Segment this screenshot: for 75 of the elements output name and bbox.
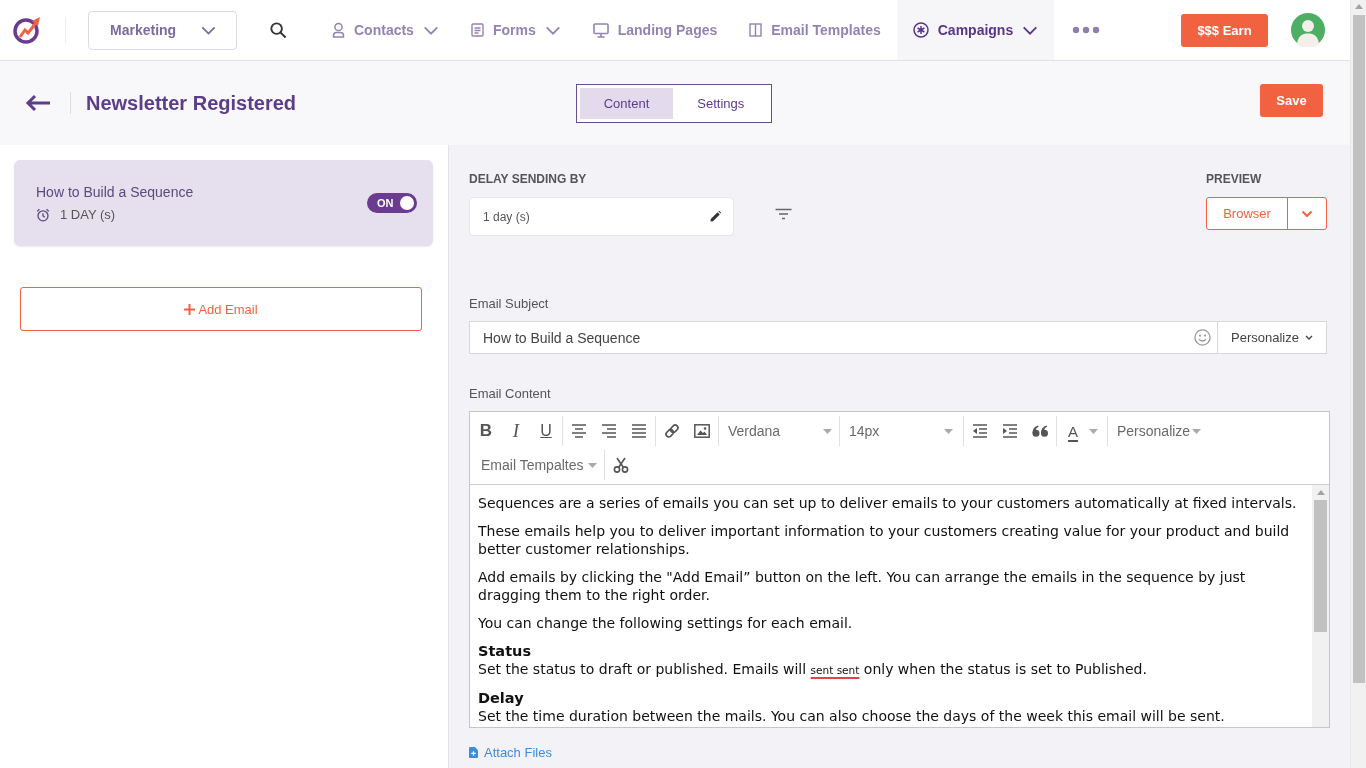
paragraph: Set the status to draft or published. Emails will sent sent only when the status is set to Published. [478,660,1148,679]
attach-files-link[interactable]: Attach Files [469,745,552,760]
tab[interactable]: Content [579,88,674,119]
caret-down-icon [944,428,953,434]
indent-icon[interactable] [1002,423,1018,439]
subject-label: Email Subject [469,296,550,311]
search-icon[interactable] [270,21,287,39]
caret-down-icon [588,462,597,468]
image-icon[interactable] [694,424,710,438]
chevron-down-icon [201,25,216,35]
italic-button[interactable]: I [501,416,531,446]
chevron-down-icon [1304,335,1313,340]
paragraph: Set the time duration between the mails. You can also choose the days of the week this email will be sent. [478,707,1226,725]
content-label: Email Content [469,386,552,401]
columns-icon [749,23,763,37]
plus-icon [184,303,196,315]
bold-button[interactable]: B [471,416,501,446]
browser-preview-button[interactable]: Browser [1207,198,1288,229]
justify-icon[interactable] [631,423,647,439]
paragraph: You can change the following settings for each email. [478,614,854,632]
nav-tab[interactable]: Contacts [316,0,455,60]
nav-tab[interactable]: Email Templates [733,0,897,60]
align-right-icon[interactable] [601,423,617,439]
document-icon [470,23,484,37]
person-icon [332,22,345,38]
back-arrow-icon[interactable] [25,94,51,112]
email-title: How to Build a Sequence [36,184,194,200]
email-templates-dropdown[interactable]: Email Tempaltes [471,450,603,480]
asterisk-circle-icon [912,22,929,38]
nav-tab[interactable]: Forms [454,0,577,60]
paragraph: These emails help you to deliver important information to your customers creating value for your product and build better customer relationships. [478,522,1291,558]
email-card[interactable]: How to Build a Sequence 1 DAY (s) ON [14,160,433,246]
section-heading: Delay [478,689,525,707]
chevron-down-icon[interactable] [1301,209,1313,218]
scrollbar-thumb[interactable] [1314,500,1327,632]
delay-label: DELAY SENDING BY [469,171,588,187]
monitor-icon [592,22,609,38]
workspace-dropdown[interactable]: Marketing [88,10,237,50]
align-center-icon[interactable] [571,423,587,439]
scissors-icon[interactable] [613,457,629,473]
preview-label: PREVIEW [1206,171,1262,187]
personalize-dropdown[interactable]: Personalize [1218,321,1327,354]
caret-down-icon [1089,428,1098,434]
link-icon[interactable] [664,423,680,439]
more-icon[interactable] [1072,26,1101,34]
caret-down-icon [823,428,832,434]
smiley-icon[interactable] [1194,329,1211,346]
logo-icon[interactable] [12,15,42,45]
pencil-icon[interactable] [710,211,721,222]
earn-button[interactable]: $$$ Earn [1181,13,1268,47]
save-button[interactable]: Save [1260,83,1323,117]
caret-down-icon [1192,428,1201,434]
nav-tab[interactable]: Campaigns [896,0,1055,60]
delay-text: 1 DAY (s) [60,207,116,222]
nav-tab[interactable]: Landing Pages [576,0,734,60]
text-color-button[interactable]: A [1058,416,1106,446]
toggle-switch[interactable]: ON [367,193,417,213]
paragraph: Sequences are a series of emails you can set up to deliver emails to your customers automatically at fixed intervals. [478,494,1298,512]
file-plus-icon [469,747,478,758]
font-size-dropdown[interactable]: 14px [841,416,962,446]
subject-field[interactable]: How to Build a Sequence [469,321,1218,354]
scrollbar-thumb[interactable] [1352,15,1365,683]
page-title: Newsletter Registered [86,91,297,115]
quote-icon[interactable] [1031,425,1049,437]
personalize-dropdown[interactable]: Personalize [1109,416,1205,446]
font-family-dropdown[interactable]: Verdana [720,416,838,446]
delay-field[interactable]: 1 day (s) [469,197,734,236]
alarm-clock-icon [36,207,50,222]
add-email-button[interactable]: Add Email [20,287,422,331]
underline-button[interactable]: U [531,416,561,446]
avatar-icon[interactable] [1291,13,1325,47]
paragraph: Add emails by clicking the "Add Email” button on the left. You can arrange the emails in the sequence by just dragging them to the right order. [478,568,1247,604]
outdent-icon[interactable] [972,423,988,439]
section-heading: Status [478,642,533,660]
filter-icon[interactable] [775,208,792,220]
